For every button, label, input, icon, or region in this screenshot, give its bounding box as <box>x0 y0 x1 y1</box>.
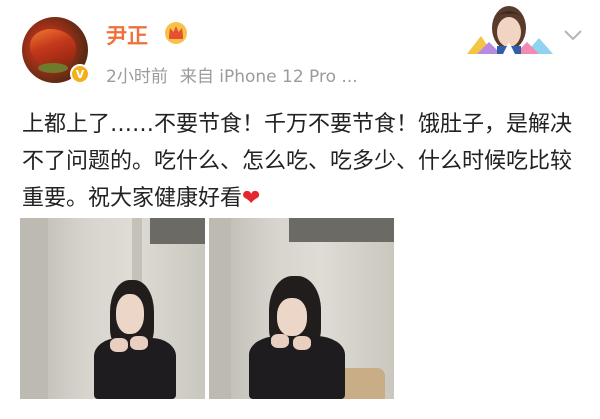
red-heart-icon: ❤ <box>242 186 261 211</box>
image-hand <box>130 336 148 350</box>
post-time: 2小时前 <box>106 67 168 87</box>
post-text-content: 上都上了……不要节食！千万不要节食！饿肚子，是解决不了问题的。吃什么、怎么吃、吃… <box>22 112 573 211</box>
image-face <box>116 294 144 334</box>
post-image-2[interactable] <box>209 218 394 399</box>
card-decoration <box>467 6 553 54</box>
image-painting <box>289 218 394 242</box>
verified-badge-icon: V <box>70 64 90 84</box>
chevron-down-icon[interactable] <box>563 28 583 42</box>
avatar-food <box>30 29 76 65</box>
image-face <box>277 298 307 336</box>
post-source[interactable]: 来自 iPhone 12 Pro ... <box>180 67 358 87</box>
post-image-1[interactable] <box>20 218 205 399</box>
image-hand <box>271 334 289 348</box>
post-text: 上都上了……不要节食！千万不要节食！饿肚子，是解决不了问题的。吃什么、怎么吃、吃… <box>22 106 582 217</box>
image-pillar <box>20 218 48 399</box>
crown-icon <box>165 22 187 44</box>
post-meta: 2小时前 来自 iPhone 12 Pro ... <box>106 62 358 87</box>
image-hand <box>110 338 128 352</box>
image-hand <box>293 336 311 350</box>
image-painting <box>150 218 205 244</box>
avatar-garnish <box>38 63 68 73</box>
username[interactable]: 尹正 <box>106 20 148 50</box>
image-pillar <box>209 218 231 399</box>
